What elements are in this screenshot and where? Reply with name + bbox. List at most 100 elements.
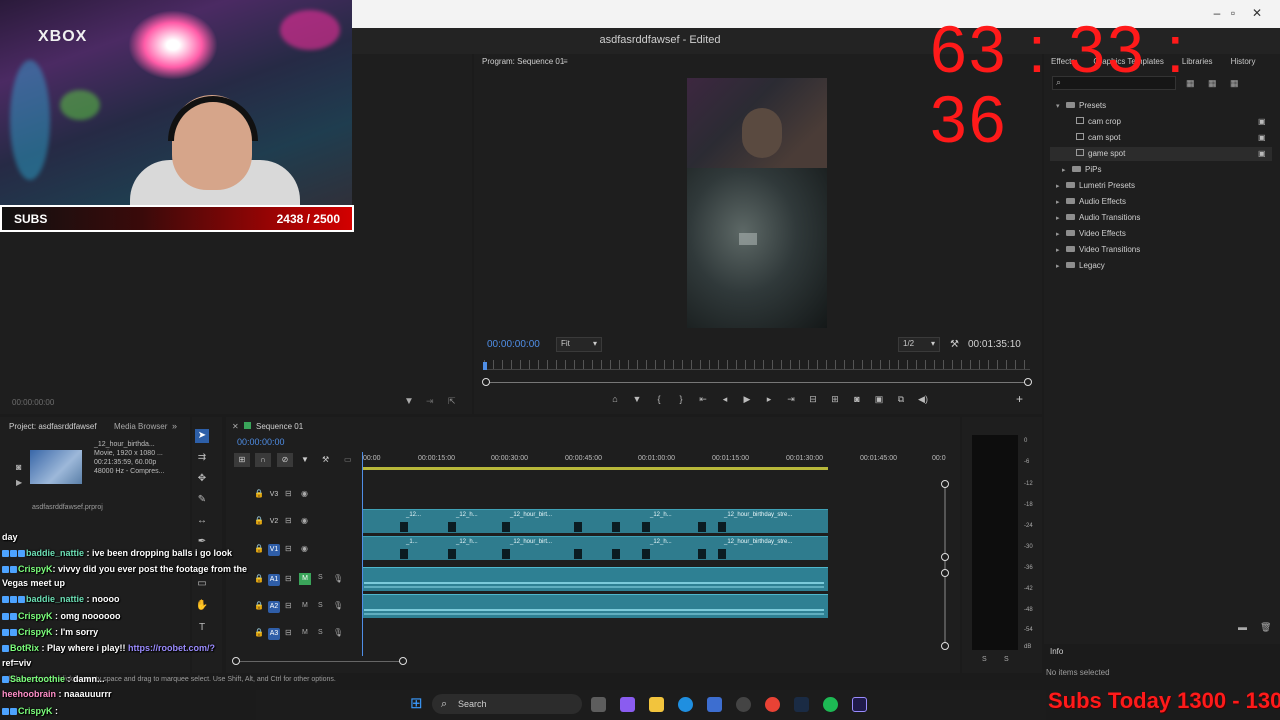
add-button-icon[interactable]: + xyxy=(1016,392,1023,406)
speaker-icon[interactable]: ◀) xyxy=(918,391,928,407)
info-panel-tab[interactable]: Info xyxy=(1050,647,1063,656)
go-to-out-icon[interactable]: ⇥ xyxy=(786,391,796,407)
tab-program-monitor[interactable]: Program: Sequence 01 xyxy=(482,57,564,66)
step-forward-icon[interactable]: ▸ xyxy=(764,391,774,407)
microphone-icon[interactable]: 🎙 xyxy=(333,574,343,583)
file-explorer-icon[interactable] xyxy=(649,697,664,712)
wrench-icon[interactable]: ⚒ xyxy=(322,455,329,464)
track-label-a3[interactable]: A3 xyxy=(268,628,280,640)
audio-clip-a1[interactable] xyxy=(362,567,828,591)
audio-clip-a2[interactable] xyxy=(362,594,828,618)
scrollbar-handle-right[interactable] xyxy=(1024,378,1032,386)
tree-item-lumetri-presets[interactable]: ▸ Lumetri Presets xyxy=(1056,179,1135,193)
ripple-edit-icon[interactable]: ✥ xyxy=(195,472,209,486)
filter-icon[interactable]: ▼ xyxy=(404,396,414,407)
close-tab-icon[interactable]: ✕ xyxy=(232,422,239,431)
mute-icon[interactable]: M xyxy=(302,602,308,609)
tree-item-pips[interactable]: ▸ PiPs xyxy=(1062,163,1101,177)
clip-thumbnail[interactable] xyxy=(30,450,82,484)
tree-item-video-transitions[interactable]: ▸ Video Transitions xyxy=(1056,243,1140,257)
panel-menu-icon[interactable]: ≡ xyxy=(563,57,568,66)
captions-icon[interactable]: ▭ xyxy=(344,455,352,464)
eye-icon[interactable]: ◉ xyxy=(301,516,308,525)
sync-lock-icon[interactable]: ⊟ xyxy=(285,601,292,610)
track-label-a1[interactable]: A1 xyxy=(268,574,280,586)
play-icon[interactable]: ▶ xyxy=(16,478,22,487)
track-select-icon[interactable]: ⇉ xyxy=(195,451,209,465)
vertical-scrollbar[interactable] xyxy=(944,484,946,648)
tab-media-browser[interactable]: Media Browser xyxy=(114,422,167,431)
mute-icon[interactable]: M xyxy=(302,629,308,636)
mark-out-icon[interactable]: } xyxy=(676,391,686,407)
steam-icon[interactable] xyxy=(794,697,809,712)
solo-icon[interactable]: S xyxy=(318,574,323,581)
chrome-icon[interactable] xyxy=(765,697,780,712)
sync-lock-icon[interactable]: ⊟ xyxy=(285,574,292,583)
overwrite-icon[interactable]: ⊞ xyxy=(830,391,840,407)
export-frame-icon[interactable]: ⇱ xyxy=(448,396,456,407)
tree-item-audio-effects[interactable]: ▸ Audio Effects xyxy=(1056,195,1126,209)
microphone-icon[interactable]: 🎙 xyxy=(333,601,343,610)
sync-lock-icon[interactable]: ⊟ xyxy=(285,628,292,637)
mark-in-icon[interactable]: { xyxy=(654,391,664,407)
track-label-a2[interactable]: A2 xyxy=(268,601,280,613)
step-back-icon[interactable]: ◂ xyxy=(720,391,730,407)
sync-lock-icon[interactable]: ⊟ xyxy=(285,516,292,525)
play-icon[interactable]: ▶ xyxy=(742,391,752,407)
resolution-select[interactable]: 1/2 ▾ xyxy=(898,337,940,352)
zoom-fit-select[interactable]: Fit ▾ xyxy=(556,337,602,352)
razor-icon[interactable]: ✎ xyxy=(195,493,209,507)
scroll-handle[interactable] xyxy=(399,657,407,665)
eye-icon[interactable]: ◉ xyxy=(301,544,308,553)
wrench-icon[interactable]: ⚒ xyxy=(950,339,959,350)
go-to-in-icon[interactable]: ⇤ xyxy=(698,391,708,407)
track-label-v1[interactable]: V1 xyxy=(268,544,280,556)
lock-icon[interactable]: 🔒 xyxy=(254,489,264,498)
trash-icon[interactable]: 🗑 xyxy=(1260,622,1271,633)
settings-icon[interactable] xyxy=(736,697,751,712)
add-marker-icon[interactable]: ▼ xyxy=(632,391,642,407)
scrollbar-handle-left[interactable] xyxy=(482,378,490,386)
new-bin-icon[interactable]: ▬ xyxy=(1238,622,1247,632)
store-icon[interactable] xyxy=(707,697,722,712)
zoom-scrollbar[interactable] xyxy=(486,382,1028,383)
selection-tool-icon[interactable]: ➤ xyxy=(195,429,209,443)
nest-icon[interactable]: ⊞ xyxy=(234,453,250,467)
program-ruler[interactable] xyxy=(484,360,1030,370)
timeline-playhead[interactable] xyxy=(362,452,363,656)
lock-icon[interactable]: 🔒 xyxy=(254,516,264,525)
eye-icon[interactable]: ◉ xyxy=(301,489,308,498)
vr-icon[interactable]: ⧉ xyxy=(896,391,906,407)
copilot-icon[interactable] xyxy=(620,697,635,712)
chevron-right-icon[interactable]: » xyxy=(172,421,177,431)
camera-icon[interactable]: ◙ xyxy=(852,391,862,407)
timeline-timecode[interactable]: 00:00:00:00 xyxy=(237,437,285,447)
video-clip-v1[interactable]: _1... _12_h... _12_hour_birt... _12_h...… xyxy=(362,536,828,560)
taskbar-search[interactable]: ⌕ Search xyxy=(432,694,582,714)
solo-left[interactable]: S xyxy=(982,656,987,663)
sync-lock-icon[interactable]: ⊟ xyxy=(285,544,292,553)
track-label-v2[interactable]: V2 xyxy=(268,516,280,528)
edge-icon[interactable] xyxy=(678,697,693,712)
snap-icon[interactable]: ∩ xyxy=(255,453,271,467)
linked-selection-icon[interactable]: ⊘ xyxy=(277,453,293,467)
track-label-v3[interactable]: V3 xyxy=(268,489,280,501)
scroll-handle[interactable] xyxy=(941,480,949,488)
video-clip-v2[interactable]: _12... _12_h... _12_hour_birt... _12_h..… xyxy=(362,509,828,533)
slip-icon[interactable]: ↔ xyxy=(195,514,209,528)
lift-icon[interactable]: ⌂ xyxy=(610,391,620,407)
mute-icon[interactable]: M xyxy=(299,573,311,585)
microphone-icon[interactable]: 🎙 xyxy=(333,628,343,637)
tab-project[interactable]: Project: asdfasrddfawsef xyxy=(9,422,97,431)
program-timecode[interactable]: 00:00:00:00 xyxy=(487,339,540,350)
tab-sequence[interactable]: Sequence 01 xyxy=(256,422,303,431)
scroll-handle[interactable] xyxy=(941,569,949,577)
tree-item-audio-transitions[interactable]: ▸ Audio Transitions xyxy=(1056,211,1140,225)
spotify-icon[interactable] xyxy=(823,697,838,712)
add-marker-icon[interactable]: ▼ xyxy=(301,455,309,464)
tree-item-legacy[interactable]: ▸ Legacy xyxy=(1056,259,1105,273)
tree-item-video-effects[interactable]: ▸ Video Effects xyxy=(1056,227,1126,241)
insert-icon[interactable]: ⊟ xyxy=(808,391,818,407)
chat-link[interactable]: https://roobet.com/? xyxy=(128,643,215,653)
windows-start-icon[interactable]: ⊞ xyxy=(410,696,426,712)
